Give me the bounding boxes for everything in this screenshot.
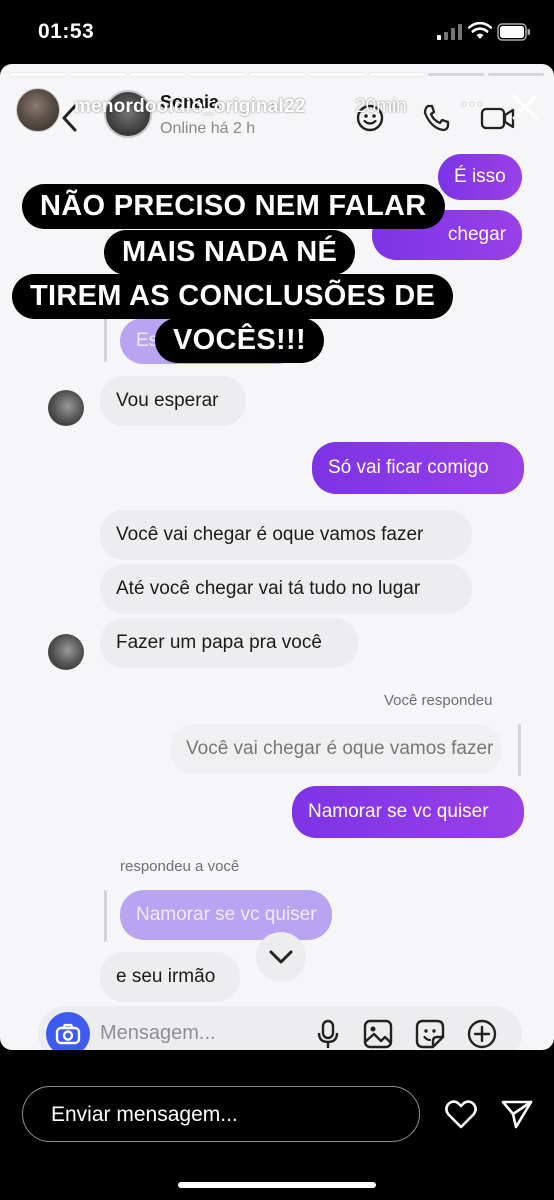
quoted-message: Você vai chegar é oque vamos fazer xyxy=(170,724,502,774)
story-progress xyxy=(10,73,545,77)
battery-icon xyxy=(497,23,530,41)
message-bubble-incoming: Fazer um papa pra você xyxy=(100,618,358,668)
message-bubble-incoming: Até você chegar vai tá tudo no lugar xyxy=(100,564,472,614)
message-bubble-incoming: Você vai chegar é oque vamos fazer xyxy=(100,510,472,560)
mic-icon xyxy=(317,1019,339,1048)
progress-segment xyxy=(129,73,186,76)
chat-online-status: Online há 2 h xyxy=(160,120,256,137)
wifi-icon xyxy=(468,21,492,39)
story-time-ago: 20min xyxy=(355,96,407,117)
contact-avatar xyxy=(48,390,84,426)
caption-line: TIREM AS CONCLUSÕES DE xyxy=(12,274,454,319)
camera-icon xyxy=(55,1023,81,1045)
message-composer: Mensagem... xyxy=(38,1006,522,1050)
message-bubble-outgoing: É isso xyxy=(438,154,522,200)
caption-line: NÃO PRECISO NEM FALAR xyxy=(22,184,445,229)
caption-line: MAIS NADA NÉ xyxy=(104,230,356,275)
message-bubble-incoming: Vou esperar xyxy=(100,376,246,426)
message-text: Até você chegar vai tá tudo no lugar xyxy=(116,578,421,599)
message-text: Você vai chegar é oque vamos fazer xyxy=(186,738,494,759)
message-text: Namorar se vc quiser xyxy=(136,904,317,925)
sticker-icon xyxy=(415,1019,445,1049)
send-icon[interactable] xyxy=(500,1098,534,1130)
caption-line: VOCÊS!!! xyxy=(155,318,324,363)
status-bar: 01:53 xyxy=(0,0,554,64)
message-text: Fazer um papa pra você xyxy=(116,632,322,653)
message-text: chegar xyxy=(447,224,506,245)
reply-label: Você respondeu xyxy=(384,692,493,709)
message-bubble-outgoing: Só vai ficar comigo xyxy=(312,442,524,494)
progress-segment xyxy=(428,73,485,76)
more-options-icon[interactable]: ··· xyxy=(460,90,484,118)
story-reply-input[interactable]: Enviar mensagem... xyxy=(22,1086,420,1142)
message-bubble-outgoing: Namorar se vc quiser xyxy=(292,786,524,838)
quoted-message: Namorar se vc quiser xyxy=(120,890,332,940)
contact-avatar xyxy=(48,634,84,670)
story-username[interactable]: menordooidio_original22 xyxy=(74,96,306,118)
message-text: Você vai chegar é oque vamos fazer xyxy=(116,524,424,545)
progress-segment xyxy=(69,73,126,76)
heart-icon[interactable] xyxy=(444,1098,478,1130)
camera-button xyxy=(46,1012,90,1050)
close-icon[interactable] xyxy=(510,92,540,122)
story-card[interactable]: Sonaia Online há 2 h menordooidio_origin… xyxy=(0,64,554,1050)
progress-segment xyxy=(368,73,425,76)
reply-label: respondeu a você xyxy=(120,858,240,875)
chevron-down-icon xyxy=(269,950,293,964)
gallery-icon xyxy=(363,1019,393,1049)
progress-segment xyxy=(488,73,545,76)
progress-segment xyxy=(249,73,305,76)
composer-placeholder: Mensagem... xyxy=(100,1022,216,1044)
home-indicator xyxy=(178,1182,376,1188)
phone-icon xyxy=(423,104,450,132)
message-text: É isso xyxy=(454,166,506,187)
progress-segment xyxy=(308,73,365,76)
progress-segment xyxy=(10,73,66,76)
progress-segment xyxy=(189,73,246,76)
message-text: Namorar se vc quiser xyxy=(308,801,489,822)
story-user-avatar[interactable] xyxy=(16,88,60,132)
status-time: 01:53 xyxy=(38,20,95,43)
message-bubble-incoming: e seu irmão xyxy=(100,952,240,1002)
message-text: e seu irmão xyxy=(116,966,216,987)
quote-bar xyxy=(104,890,107,942)
message-text: Vou esperar xyxy=(116,390,219,411)
reply-placeholder: Enviar mensagem... xyxy=(51,1103,238,1126)
quote-bar xyxy=(104,314,107,362)
scroll-down-button[interactable] xyxy=(256,932,306,982)
quote-bar xyxy=(518,724,521,776)
signal-icon xyxy=(437,24,462,40)
plus-icon xyxy=(467,1019,497,1049)
message-text: Só vai ficar comigo xyxy=(328,457,489,478)
